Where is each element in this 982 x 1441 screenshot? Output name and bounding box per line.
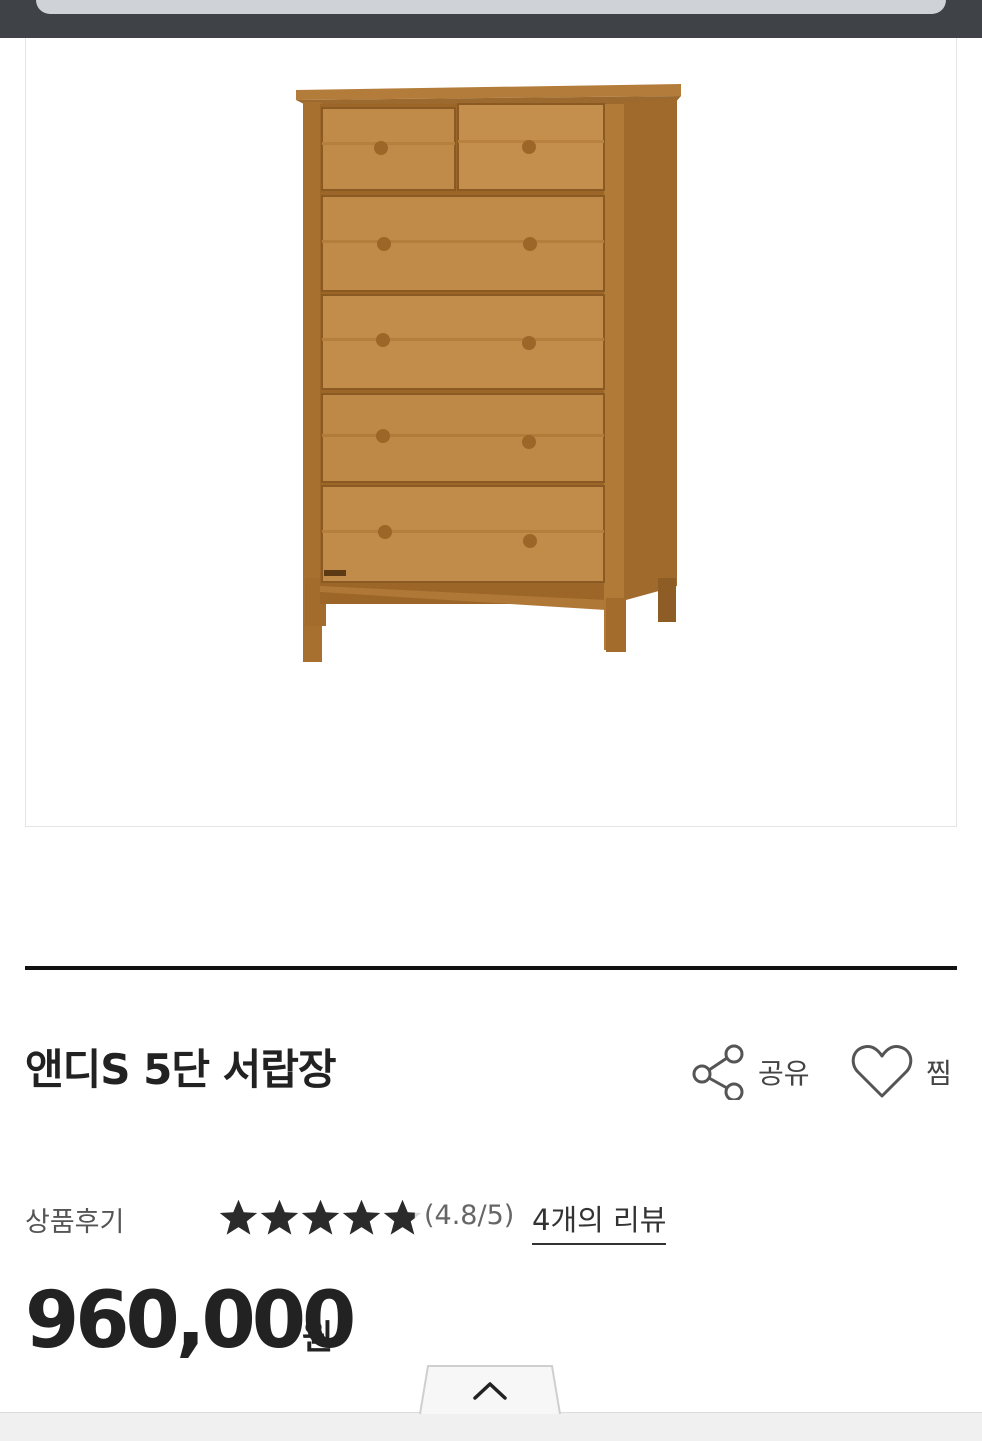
browser-top-bar: [0, 0, 982, 38]
chevron-up-icon: [419, 1365, 561, 1415]
star-icon: [260, 1199, 299, 1235]
rating-text: (4.8/5): [424, 1200, 515, 1231]
star-icon: [383, 1199, 422, 1235]
star-icon: [219, 1199, 258, 1235]
review-count-link[interactable]: 4개의 리뷰: [532, 1197, 667, 1245]
star-icon: [342, 1199, 381, 1235]
wish-label: 찜: [926, 1057, 952, 1090]
heart-icon: [851, 1045, 913, 1098]
bottom-panel: [0, 1412, 982, 1441]
collapse-tab[interactable]: [418, 1364, 562, 1415]
product-title: 앤디S 5단 서랍장: [25, 1045, 337, 1094]
star-icon: [301, 1199, 340, 1235]
price-currency: 원: [302, 1318, 334, 1358]
share-button[interactable]: 공유: [690, 1042, 810, 1102]
wish-button[interactable]: 찜: [850, 1042, 952, 1102]
section-divider: [25, 966, 957, 970]
share-icon: [692, 1044, 744, 1100]
share-label: 공유: [758, 1057, 810, 1090]
product-image-frame[interactable]: [25, 38, 957, 827]
review-section-label: 상품후기: [25, 1207, 125, 1238]
dresser-product-image: [296, 84, 681, 662]
address-bar-edge: [36, 0, 946, 14]
rating-stars: [218, 1193, 423, 1243]
